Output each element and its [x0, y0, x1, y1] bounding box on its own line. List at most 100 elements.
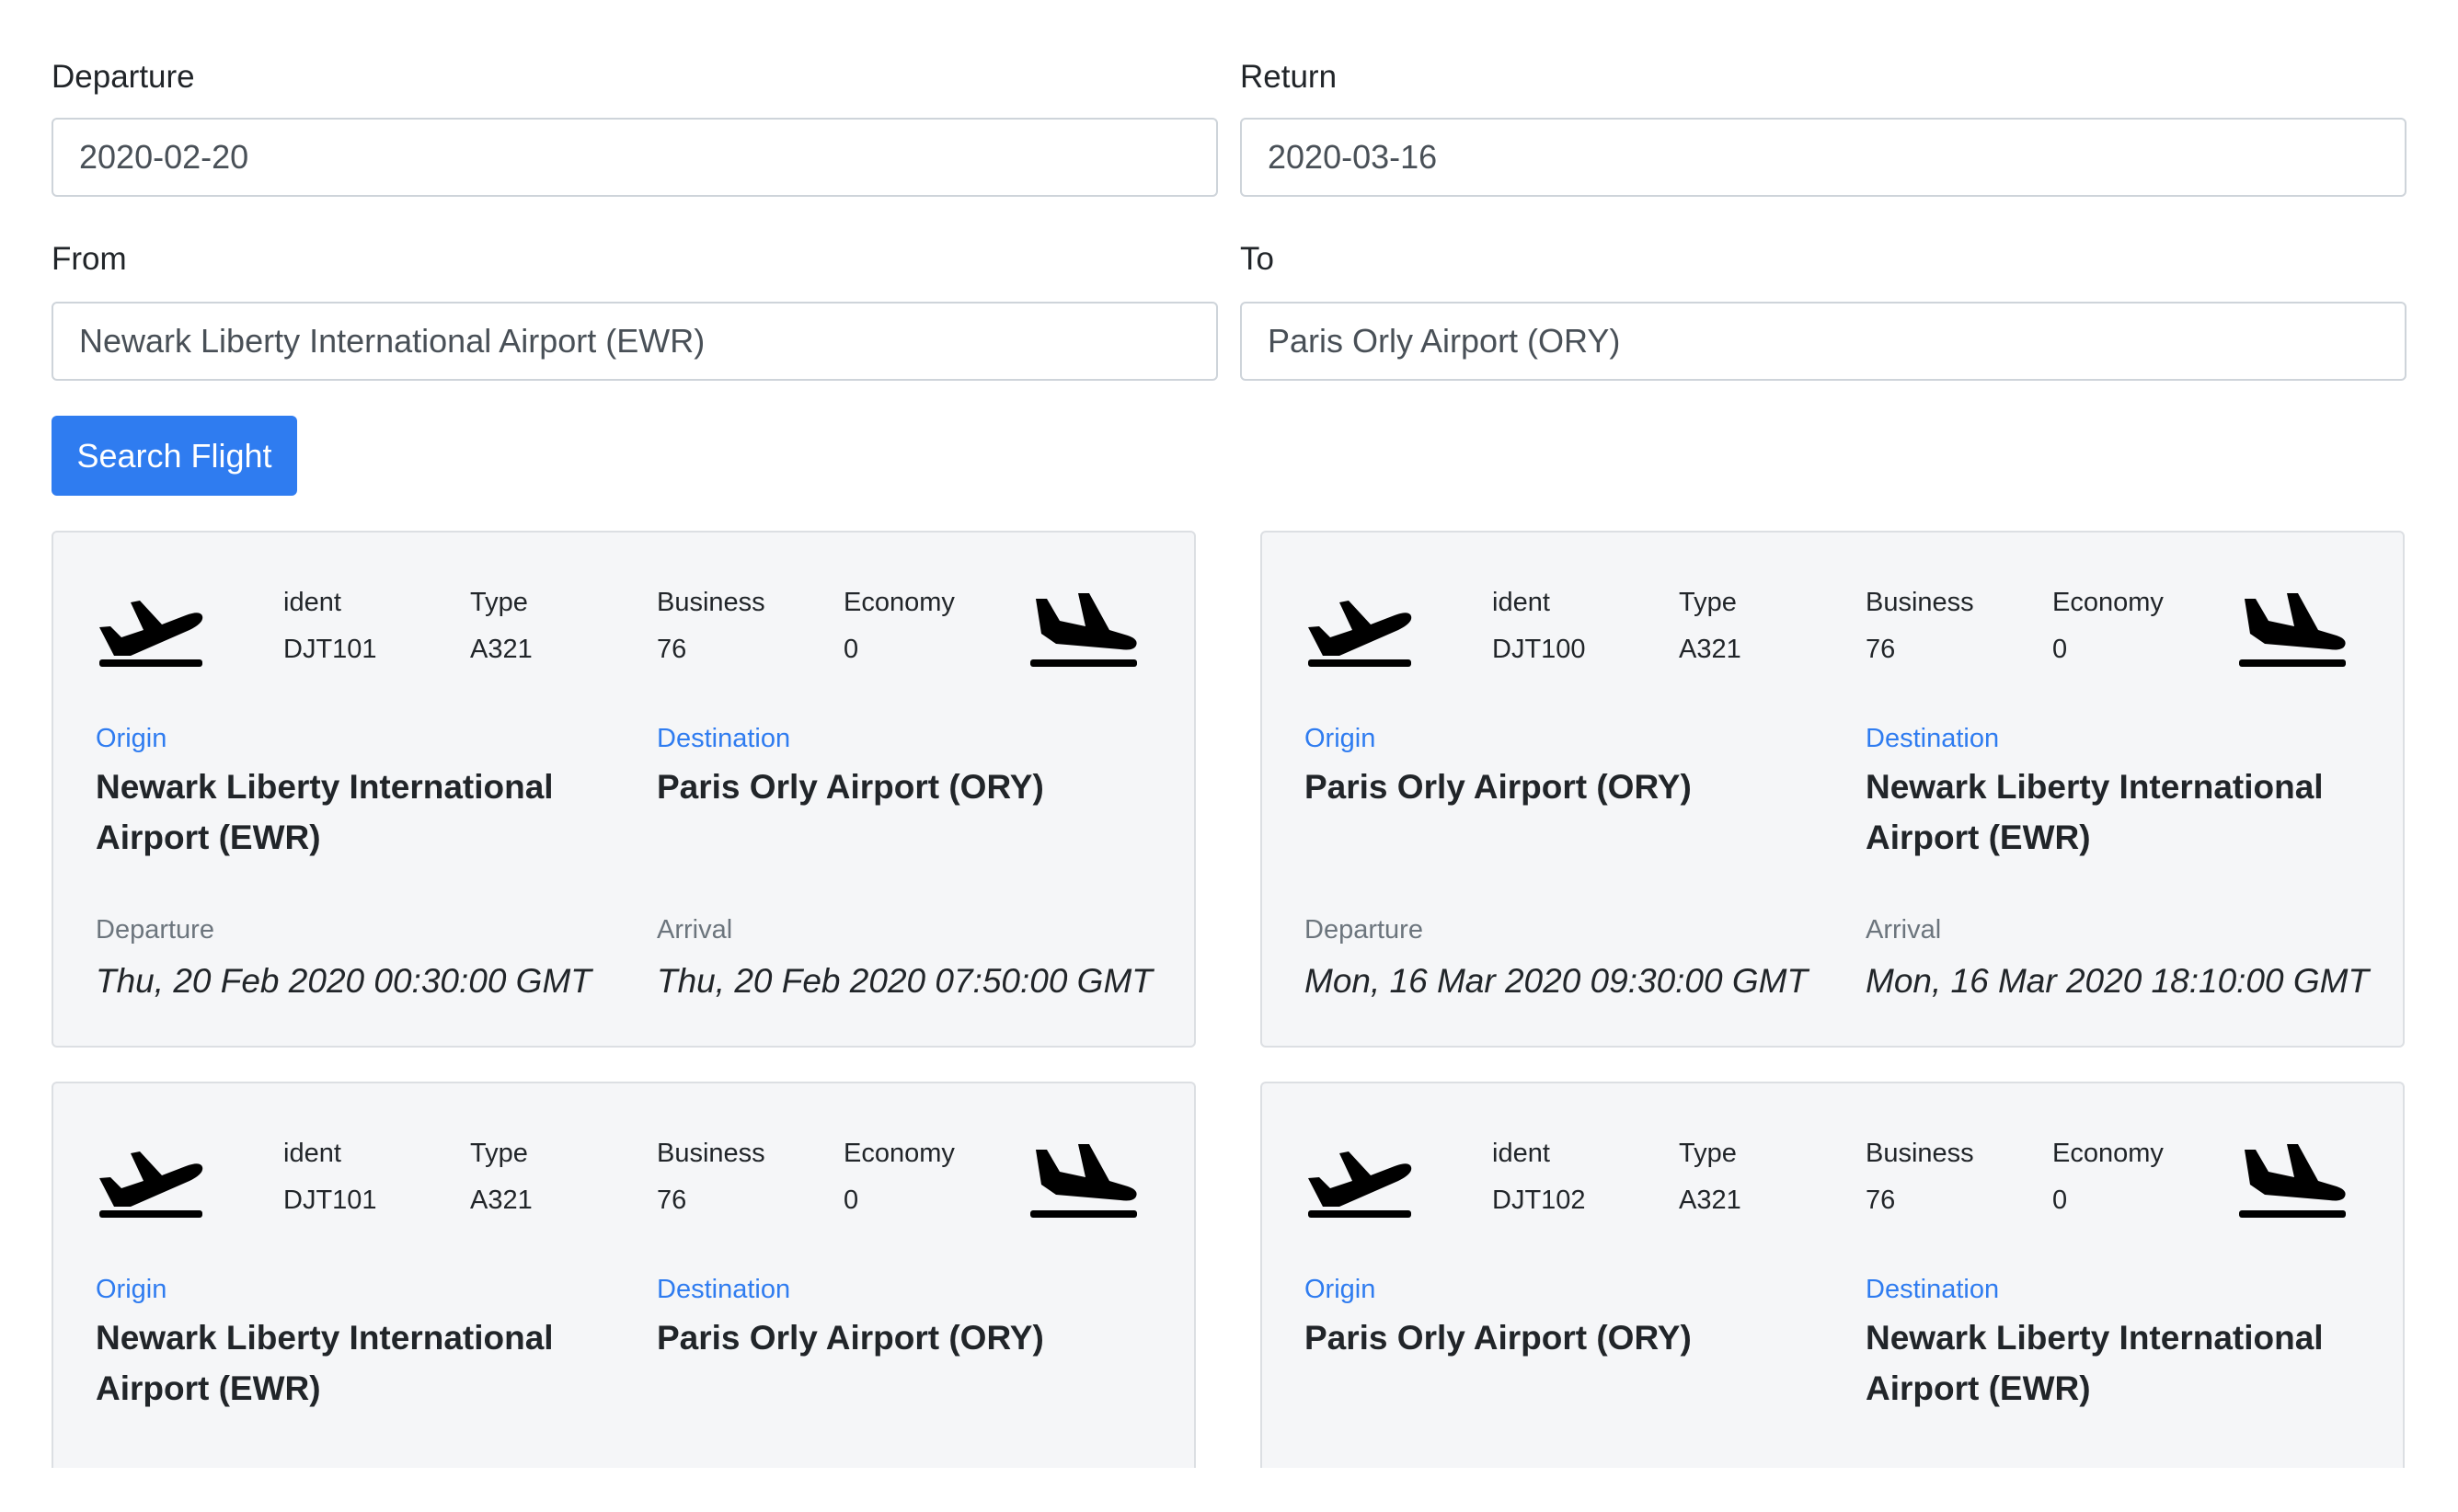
destination-airport: Newark Liberty International Airport (EW… [1866, 768, 2324, 856]
ident-value: DJT101 [283, 1186, 377, 1215]
airplane-takeoff-icon [1303, 586, 1413, 669]
type-column: Type A321 [470, 1140, 533, 1214]
arrival-time-label: Arrival [657, 915, 733, 945]
to-label: To [1240, 241, 1274, 277]
origin-airport: Paris Orly Airport (ORY) [1304, 1319, 1692, 1357]
origin-block: Origin Newark Liberty International Airp… [96, 1277, 611, 1414]
business-label: Business [1866, 1139, 1974, 1168]
arrival-time: Thu, 20 Feb 2020 07:50:00 GMT [657, 962, 1153, 1000]
destination-block: Destination Newark Liberty International… [1866, 1277, 2381, 1414]
business-column: Business 76 [657, 1140, 765, 1214]
departure-group: Departure [52, 59, 1218, 197]
business-column: Business 76 [1866, 1140, 1974, 1214]
economy-column: Economy 0 [844, 1140, 955, 1214]
flight-card: ident DJT100 Type A321 Business 76 Econo… [1260, 531, 2405, 1048]
origin-label: Origin [96, 1275, 167, 1304]
type-column: Type A321 [1679, 1140, 1741, 1214]
arrival-time: Mon, 16 Mar 2020 18:10:00 GMT [1866, 962, 2370, 1000]
return-label: Return [1240, 59, 1338, 95]
airplane-takeoff-icon [1303, 1137, 1413, 1220]
origin-label: Origin [96, 724, 167, 753]
economy-value: 0 [844, 635, 859, 664]
ident-value: DJT100 [1492, 635, 1586, 664]
airplane-landing-icon [2237, 1137, 2348, 1220]
ident-column: ident DJT101 [283, 1140, 377, 1214]
departure-label: Departure [52, 59, 195, 95]
destination-block: Destination Newark Liberty International… [1866, 726, 2381, 863]
economy-value: 0 [2052, 1186, 2068, 1215]
origin-airport: Newark Liberty International Airport (EW… [96, 768, 554, 856]
destination-label: Destination [1866, 1275, 2000, 1304]
arrival-block: Arrival Mon, 16 Mar 2020 18:10:00 GMT [1866, 915, 2403, 1000]
business-label: Business [1866, 588, 1974, 617]
ident-value: DJT102 [1492, 1186, 1586, 1215]
type-value: A321 [470, 635, 533, 664]
from-airport-input[interactable] [52, 302, 1218, 381]
airplane-landing-icon [1028, 586, 1139, 669]
type-label: Type [1679, 1139, 1737, 1168]
from-group: From [52, 241, 1218, 381]
origin-block: Origin Newark Liberty International Airp… [96, 726, 611, 863]
type-label: Type [470, 588, 528, 617]
to-group: To [1240, 241, 2406, 381]
type-value: A321 [1679, 635, 1741, 664]
economy-value: 0 [2052, 635, 2068, 664]
business-value: 76 [657, 1186, 687, 1215]
arrival-block: Arrival Thu, 20 Feb 2020 07:50:00 GMT [657, 915, 1194, 1000]
destination-label: Destination [1866, 724, 2000, 753]
ident-value: DJT101 [283, 635, 377, 664]
arrival-time-label: Arrival [1866, 915, 1942, 945]
airplane-landing-icon [2237, 586, 2348, 669]
ident-label: ident [1492, 1139, 1550, 1168]
departure-block: Departure Thu, 20 Feb 2020 00:30:00 GMT [96, 917, 648, 1000]
type-value: A321 [1679, 1186, 1741, 1215]
economy-label: Economy [844, 588, 955, 617]
origin-airport: Paris Orly Airport (ORY) [1304, 768, 1692, 806]
flight-card: ident DJT101 Type A321 Business 76 Econo… [52, 1082, 1196, 1468]
business-column: Business 76 [1866, 590, 1974, 663]
origin-label: Origin [1304, 1275, 1376, 1304]
departure-block: Departure Mon, 16 Mar 2020 09:30:00 GMT [1304, 915, 1856, 1000]
business-column: Business 76 [657, 590, 765, 663]
economy-label: Economy [2052, 1139, 2164, 1168]
airplane-takeoff-icon [94, 586, 204, 669]
economy-label: Economy [844, 1139, 955, 1168]
destination-label: Destination [657, 724, 791, 753]
origin-label: Origin [1304, 724, 1376, 753]
search-flight-button[interactable]: Search Flight [52, 416, 297, 496]
departure-time: Thu, 20 Feb 2020 00:30:00 GMT [96, 962, 592, 1000]
economy-value: 0 [844, 1186, 859, 1215]
departure-date-input[interactable] [52, 118, 1218, 197]
ident-column: ident DJT102 [1492, 1140, 1586, 1214]
flight-card: ident DJT102 Type A321 Business 76 Econo… [1260, 1082, 2405, 1468]
economy-label: Economy [2052, 588, 2164, 617]
destination-label: Destination [657, 1275, 791, 1304]
business-value: 76 [1866, 635, 1896, 664]
economy-column: Economy 0 [2052, 1140, 2164, 1214]
ident-column: ident DJT101 [283, 590, 377, 663]
airplane-takeoff-icon [94, 1137, 204, 1220]
type-value: A321 [470, 1186, 533, 1215]
business-label: Business [657, 588, 765, 617]
type-label: Type [1679, 588, 1737, 617]
return-group: Return [1240, 59, 2406, 197]
destination-airport: Paris Orly Airport (ORY) [657, 1319, 1044, 1357]
destination-block: Destination Paris Orly Airport (ORY) [657, 726, 1172, 812]
economy-column: Economy 0 [844, 590, 955, 663]
to-airport-input[interactable] [1240, 302, 2406, 381]
ident-label: ident [1492, 588, 1550, 617]
departure-time-label: Departure [1304, 915, 1423, 945]
origin-block: Origin Paris Orly Airport (ORY) [1304, 726, 1820, 812]
type-label: Type [470, 1139, 528, 1168]
ident-label: ident [283, 588, 341, 617]
return-date-input[interactable] [1240, 118, 2406, 197]
flight-card: ident DJT101 Type A321 Business 76 Econo… [52, 531, 1196, 1048]
departure-time: Mon, 16 Mar 2020 09:30:00 GMT [1304, 962, 1809, 1000]
airplane-landing-icon [1028, 1137, 1139, 1220]
business-value: 76 [657, 635, 687, 664]
from-label: From [52, 241, 127, 277]
ident-column: ident DJT100 [1492, 590, 1586, 663]
business-value: 76 [1866, 1186, 1896, 1215]
ident-label: ident [283, 1139, 341, 1168]
destination-block: Destination Paris Orly Airport (ORY) [657, 1277, 1172, 1363]
